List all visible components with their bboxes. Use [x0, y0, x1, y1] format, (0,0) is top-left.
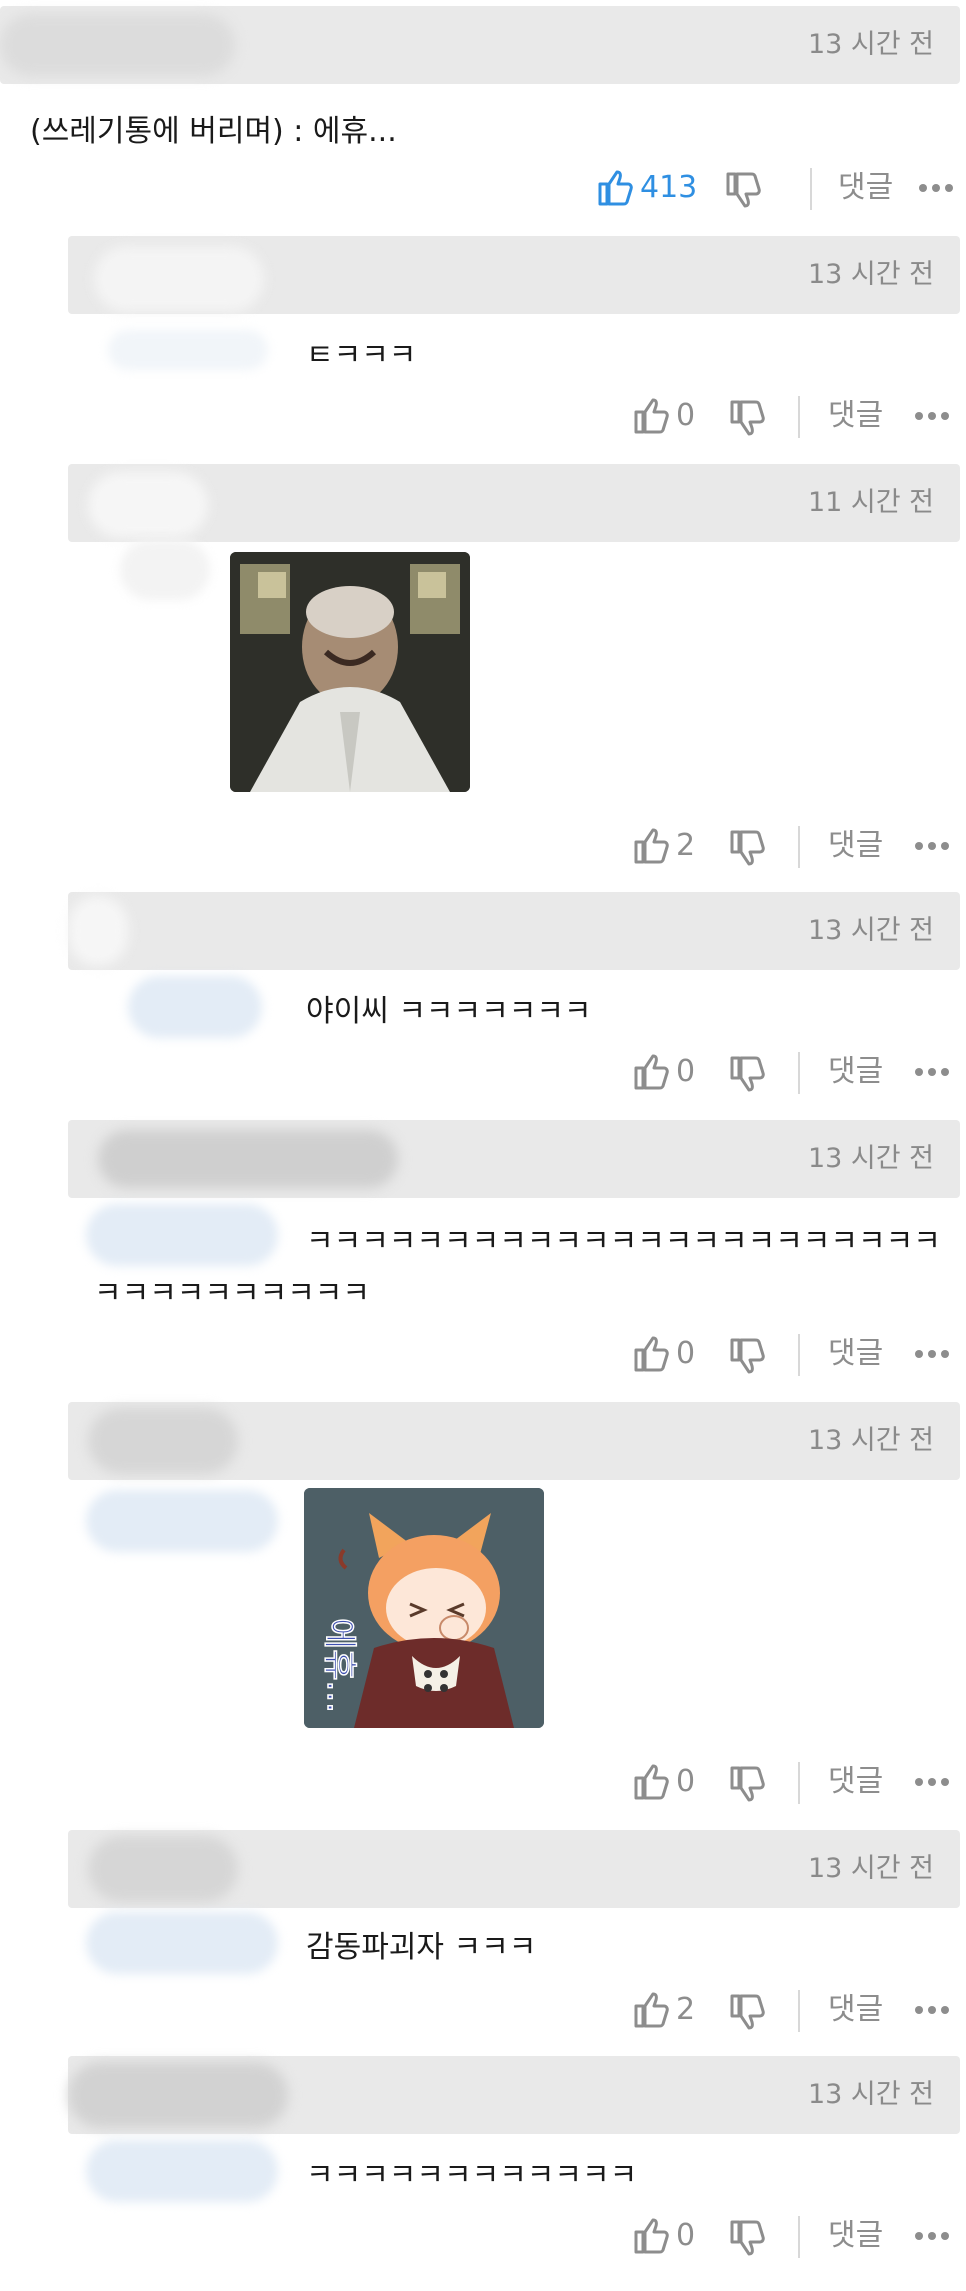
thumbs-up-icon[interactable] [632, 818, 672, 874]
thumbs-down-icon[interactable] [724, 160, 764, 216]
comment-header: 13 시간 전 [68, 236, 960, 314]
like-count: 0 [676, 2218, 696, 2253]
like-count: 0 [676, 1054, 696, 1089]
comment-header: 11 시간 전 [68, 464, 960, 542]
blurred-username [98, 1130, 398, 1188]
reply-button[interactable]: 댓글 [828, 1982, 883, 2038]
thumbs-down-icon[interactable] [728, 1326, 768, 1382]
reply-button[interactable]: 댓글 [828, 2208, 883, 2264]
reply-button[interactable]: 댓글 [828, 1326, 883, 1382]
thumbs-up-icon[interactable] [632, 1044, 672, 1100]
reply-button[interactable]: 댓글 [828, 1044, 883, 1100]
comment-time: 13 시간 전 [807, 1853, 934, 1884]
like-count: 0 [676, 398, 696, 433]
more-icon[interactable] [918, 160, 958, 216]
comment-time: 13 시간 전 [807, 1143, 934, 1174]
thumbs-down-icon[interactable] [728, 2208, 768, 2264]
comment-actions: 0 댓글 [632, 2208, 966, 2264]
comment-text: ㅋㅋㅋㅋㅋㅋㅋㅋㅋㅋㅋㅋㅋㅋㅋㅋㅋㅋㅋㅋㅋㅋㅋ [306, 1224, 941, 1259]
comment-header: 13 시간 전 [68, 2056, 960, 2134]
comment-actions: 2 댓글 [632, 1982, 966, 2038]
blurred-avatar [86, 1204, 278, 1266]
more-icon[interactable] [914, 388, 954, 444]
blurred-username [88, 472, 208, 538]
like-count: 2 [676, 1992, 696, 2027]
thumbs-up-icon[interactable] [632, 388, 672, 444]
thumbs-down-icon[interactable] [728, 1982, 768, 2038]
comment-header: 13 시간 전 [68, 1120, 960, 1198]
comment-text: (쓰레기통에 버리며) : 에휴... [30, 114, 397, 149]
blurred-avatar [86, 1912, 278, 1974]
comment-header: 13 시간 전 [0, 6, 960, 84]
like-count: 0 [676, 1336, 696, 1371]
comment-text: ㅌㅋㅋㅋ [306, 338, 417, 373]
blurred-username [68, 896, 128, 966]
comment-time: 11 시간 전 [807, 487, 934, 518]
sticker-caption: 에휴... [319, 1618, 359, 1713]
comment-header: 13 시간 전 [68, 1402, 960, 1480]
comment-text: 야이씨 ㅋㅋㅋㅋㅋㅋㅋ [306, 994, 592, 1029]
divider [798, 1762, 800, 1804]
more-icon[interactable] [914, 818, 954, 874]
divider [810, 168, 812, 210]
divider [798, 1052, 800, 1094]
comment-actions: 0 댓글 [632, 1754, 966, 1810]
blurred-username [0, 14, 235, 76]
reply-button[interactable]: 댓글 [828, 818, 883, 874]
comment-time: 13 시간 전 [807, 2079, 934, 2110]
blurred-avatar [86, 2140, 278, 2202]
more-icon[interactable] [914, 1326, 954, 1382]
thumbs-down-icon[interactable] [728, 1754, 768, 1810]
comment-header: 13 시간 전 [68, 892, 960, 970]
blurred-avatar [86, 1490, 278, 1552]
comment-actions: 0 댓글 [632, 388, 966, 444]
divider [798, 2216, 800, 2258]
more-icon[interactable] [914, 1754, 954, 1810]
image-attachment[interactable] [230, 552, 470, 792]
comment-time: 13 시간 전 [807, 259, 934, 290]
comment-actions: 0 댓글 [632, 1326, 966, 1382]
reply-button[interactable]: 댓글 [838, 160, 893, 216]
blurred-username [68, 2062, 288, 2128]
thumbs-down-icon[interactable] [728, 388, 768, 444]
comment-time: 13 시간 전 [807, 29, 934, 60]
divider [798, 396, 800, 438]
thumbs-down-icon[interactable] [728, 1044, 768, 1100]
blurred-username [88, 1408, 238, 1474]
thumbs-up-icon[interactable] [596, 160, 636, 216]
comment-text: 감동파괴자 ㅋㅋㅋ [306, 1930, 537, 1965]
blurred-username [94, 246, 264, 312]
divider [798, 1990, 800, 2032]
thumbs-up-icon[interactable] [632, 1754, 672, 1810]
thumbs-down-icon[interactable] [728, 818, 768, 874]
blurred-avatar [128, 976, 262, 1038]
like-count: 2 [676, 828, 696, 863]
comment-text-continued: ㅋㅋㅋㅋㅋㅋㅋㅋㅋㅋ [94, 1276, 370, 1311]
blurred-username [88, 1836, 238, 1902]
divider [798, 1334, 800, 1376]
thumbs-up-icon[interactable] [632, 1326, 672, 1382]
comment-text: ㅋㅋㅋㅋㅋㅋㅋㅋㅋㅋㅋㅋ [306, 2158, 638, 2193]
more-icon[interactable] [914, 1982, 954, 2038]
blurred-avatar [108, 330, 268, 370]
thumbs-up-icon[interactable] [632, 1982, 672, 2038]
comment-actions: 0 댓글 [632, 1044, 966, 1100]
comment-actions: 413 댓글 [596, 160, 953, 216]
comment-time: 13 시간 전 [807, 915, 934, 946]
more-icon[interactable] [914, 2208, 954, 2264]
reply-button[interactable]: 댓글 [828, 1754, 883, 1810]
comment-time: 13 시간 전 [807, 1425, 934, 1456]
comment-header: 13 시간 전 [68, 1830, 960, 1908]
reply-button[interactable]: 댓글 [828, 388, 883, 444]
like-count: 413 [640, 170, 698, 205]
more-icon[interactable] [914, 1044, 954, 1100]
thumbs-up-icon[interactable] [632, 2208, 672, 2264]
like-count: 0 [676, 1764, 696, 1799]
divider [798, 826, 800, 868]
sticker-image[interactable]: 에휴... [304, 1488, 544, 1728]
blurred-avatar [120, 540, 210, 600]
comment-actions: 2 댓글 [632, 818, 966, 874]
